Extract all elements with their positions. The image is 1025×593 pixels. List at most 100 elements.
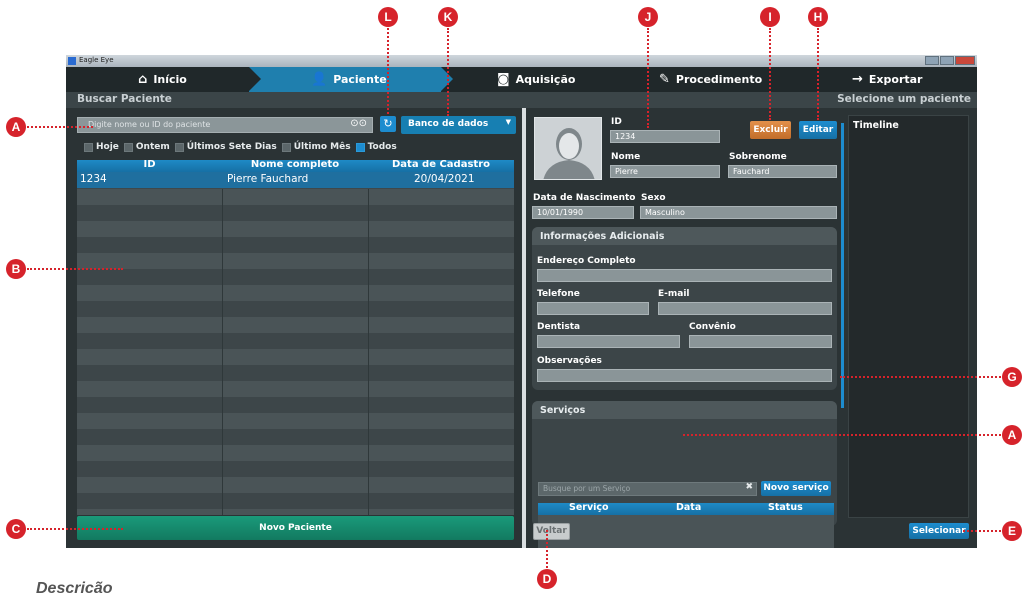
id-field[interactable]: 1234 — [610, 130, 720, 143]
callout-marker: A — [1002, 425, 1022, 445]
empty-row — [77, 477, 514, 493]
column-header-id[interactable]: ID — [77, 160, 222, 170]
column-header-status[interactable]: Status — [768, 503, 803, 513]
empty-row — [77, 381, 514, 397]
callout-marker: L — [378, 7, 398, 27]
birth-date-field[interactable]: 10/01/1990 — [532, 206, 634, 219]
app-window: Eagle Eye ⌂ Início 👤 Paciente ◙ Aquisiçã… — [66, 55, 977, 548]
table-header: ID Nome completo Data de Cadastro — [77, 160, 514, 172]
refresh-button[interactable]: ↻ — [380, 116, 396, 132]
column-header-date[interactable]: Data de Cadastro — [368, 160, 514, 170]
cell-name: Pierre Fauchard — [227, 173, 309, 185]
search-input[interactable]: Digite nome ou ID do paciente ⊙⊙ — [77, 117, 373, 133]
callout-line — [27, 268, 123, 270]
edit-button[interactable]: Editar — [799, 121, 837, 139]
scrollbar[interactable] — [841, 123, 844, 408]
address-field[interactable] — [537, 269, 832, 282]
email-field[interactable] — [658, 302, 832, 315]
empty-row — [77, 269, 514, 285]
filter-label: Hoje — [96, 142, 119, 152]
patient-search-panel: Digite nome ou ID do paciente ⊙⊙ ↻ Banco… — [66, 108, 522, 548]
home-icon: ⌂ — [138, 72, 148, 87]
surname-field[interactable]: Fauchard — [728, 165, 837, 178]
checkbox[interactable] — [174, 142, 184, 152]
callout-line — [840, 376, 1001, 378]
footer-heading: Descrição — [36, 580, 113, 593]
sex-label: Sexo — [641, 193, 666, 203]
callout-marker: J — [638, 7, 658, 27]
empty-row — [77, 301, 514, 317]
filter-todos[interactable]: Todos — [355, 142, 397, 152]
table-row[interactable]: 1234 Pierre Fauchard 20/04/2021 — [77, 172, 514, 188]
maximize-button[interactable] — [940, 56, 954, 65]
tab-label: Aquisição — [515, 73, 576, 86]
title-bar: Eagle Eye — [66, 55, 977, 67]
empty-row — [77, 365, 514, 381]
empty-row — [77, 221, 514, 237]
birth-date-label: Data de Nascimento — [533, 193, 636, 203]
filter-sete-dias[interactable]: Últimos Sete Dias — [174, 142, 277, 152]
tab-inicio[interactable]: ⌂ Início — [138, 67, 187, 92]
checkbox[interactable] — [281, 142, 291, 152]
back-button[interactable]: Voltar — [533, 523, 570, 540]
callout-line — [769, 28, 771, 120]
patient-detail-panel: ID 1234 Excluir Editar Nome Pierre Sobre… — [526, 108, 977, 548]
empty-row — [77, 509, 514, 515]
phone-label: Telefone — [537, 289, 580, 299]
notes-label: Observações — [537, 356, 602, 366]
callout-line — [963, 530, 1001, 532]
filter-ultimo-mes[interactable]: Último Mês — [281, 142, 351, 152]
name-field[interactable]: Pierre — [610, 165, 720, 178]
clear-icon[interactable]: ✖ — [745, 482, 753, 492]
insurance-field[interactable] — [689, 335, 832, 348]
empty-row — [77, 349, 514, 365]
checkbox[interactable] — [84, 142, 93, 152]
checkbox-checked[interactable] — [355, 142, 365, 152]
date-filters: Hoje Ontem Últimos Sete Dias Último Mês … — [84, 141, 397, 153]
person-placeholder-icon — [535, 118, 601, 179]
tab-label: Início — [153, 73, 187, 86]
empty-row — [77, 413, 514, 429]
dentist-field[interactable] — [537, 335, 680, 348]
app-icon — [68, 57, 76, 65]
cell-date: 20/04/2021 — [414, 173, 475, 185]
database-select[interactable]: Banco de dados ▼ — [401, 116, 516, 134]
binoculars-icon[interactable]: ⊙⊙ — [350, 118, 367, 129]
tab-procedimento[interactable]: ✎ Procedimento — [659, 67, 762, 92]
empty-row — [77, 493, 514, 509]
phone-field[interactable] — [537, 302, 649, 315]
notes-field[interactable] — [537, 369, 832, 382]
empty-row — [77, 237, 514, 253]
search-placeholder: Digite nome ou ID do paciente — [88, 120, 211, 129]
insurance-label: Convênio — [689, 322, 736, 332]
address-label: Endereço Completo — [537, 256, 636, 266]
minimize-button[interactable] — [925, 56, 939, 65]
column-divider — [222, 189, 223, 515]
sex-field[interactable]: Masculino — [640, 206, 837, 219]
callout-line — [27, 126, 93, 128]
filter-label: Ontem — [135, 142, 170, 152]
callout-marker: K — [438, 7, 458, 27]
callout-marker: D — [537, 569, 557, 589]
tab-aquisicao[interactable]: ◙ Aquisição — [497, 67, 575, 92]
callout-marker: B — [6, 259, 26, 279]
service-search-input[interactable]: Busque por um Serviço ✖ — [538, 482, 757, 496]
column-header-date[interactable]: Data — [676, 503, 701, 513]
tab-paciente[interactable]: 👤 Paciente — [311, 67, 387, 92]
callout-line — [546, 530, 548, 568]
tab-exportar[interactable]: → Exportar — [852, 67, 922, 92]
new-service-button[interactable]: Novo serviço — [761, 481, 831, 496]
cell-id: 1234 — [80, 173, 107, 185]
new-patient-button[interactable]: Novo Paciente — [77, 516, 514, 540]
database-select-value: Banco de dados — [408, 119, 489, 129]
close-button[interactable] — [955, 56, 975, 65]
checkbox[interactable] — [123, 142, 133, 152]
column-header-service[interactable]: Serviço — [569, 503, 609, 513]
timeline-title: Timeline — [853, 120, 899, 131]
select-button[interactable]: Selecionar — [909, 523, 969, 539]
delete-button[interactable]: Excluir — [750, 121, 791, 139]
filter-ontem[interactable]: Ontem — [123, 142, 170, 152]
column-header-name[interactable]: Nome completo — [222, 160, 368, 170]
additional-info-title: Informações Adicionais — [532, 227, 837, 245]
filter-hoje[interactable]: Hoje — [84, 142, 119, 152]
